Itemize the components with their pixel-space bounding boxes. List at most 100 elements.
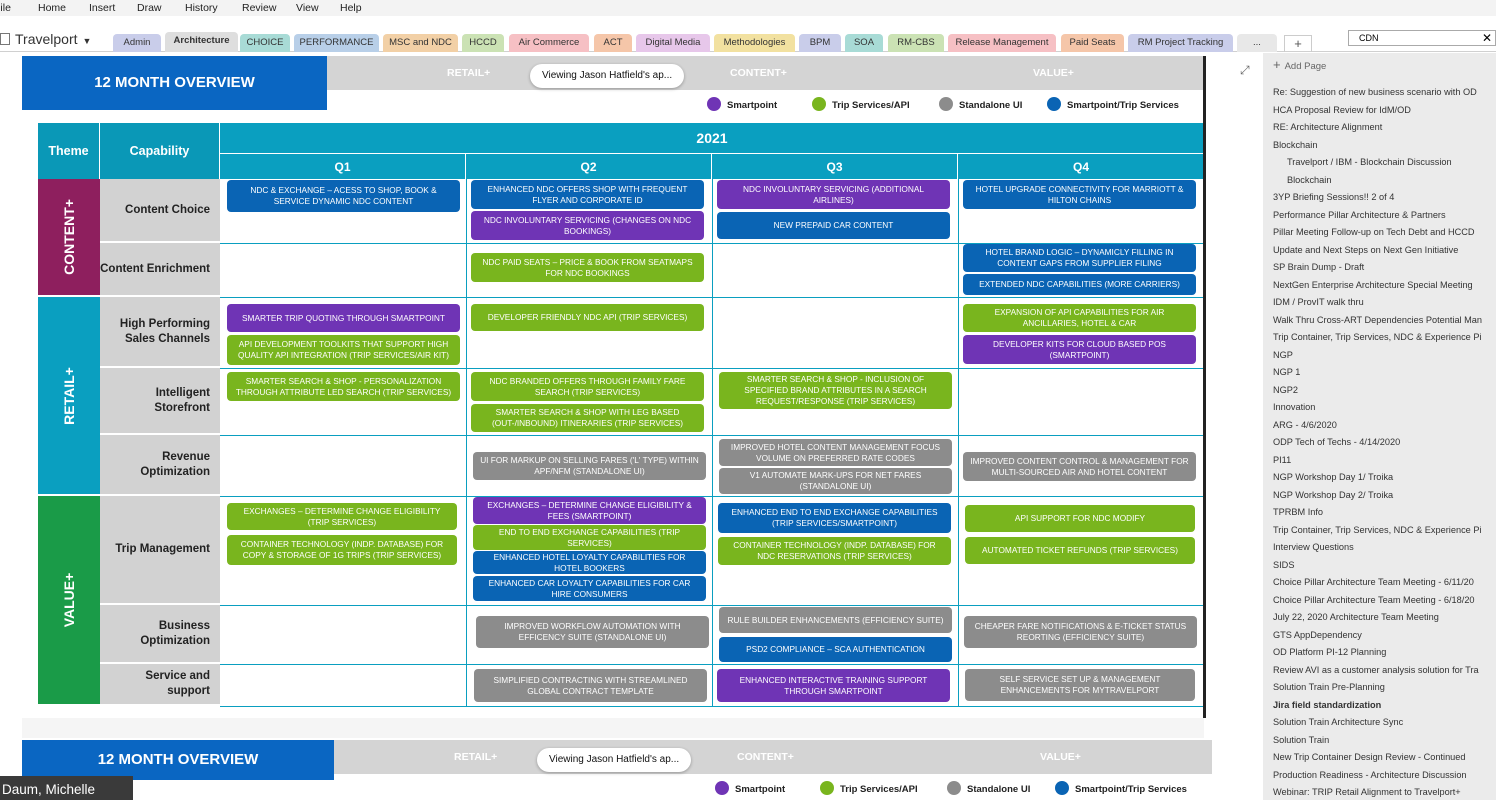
section-tab-paid-seats[interactable]: Paid Seats [1061, 34, 1124, 52]
page-list-item[interactable]: Update and Next Steps on Next Gen Initia… [1273, 245, 1495, 261]
page-list-item[interactable]: NGP2 [1273, 385, 1495, 401]
section-tab-admin[interactable]: Admin [113, 34, 161, 52]
roadmap-item: HOTEL BRAND LOGIC – DYNAMICLY FILLING IN… [963, 244, 1196, 272]
page-list-item[interactable]: Choice Pillar Architecture Team Meeting … [1273, 595, 1495, 611]
page-list-item[interactable]: GTS AppDependency [1273, 630, 1495, 646]
page-list-item[interactable]: NGP 1 [1273, 367, 1495, 383]
page-list-item[interactable]: Choice Pillar Architecture Team Meeting … [1273, 577, 1495, 593]
viewing-indicator-2[interactable]: Viewing Jason Hatfield's ap... [537, 748, 692, 772]
page-list-item[interactable]: Solution Train Architecture Sync [1273, 717, 1495, 733]
page-list-item[interactable]: NGP [1273, 350, 1495, 366]
section-tab-choice[interactable]: CHOICE [240, 34, 290, 52]
roadmap-item: NDC PAID SEATS – PRICE & BOOK FROM SEATM… [471, 253, 704, 282]
section-tab-hccd[interactable]: HCCD [462, 34, 504, 52]
page-list-item[interactable]: July 22, 2020 Architecture Team Meeting [1273, 612, 1495, 628]
menu-history[interactable]: History [185, 2, 218, 14]
add-page-button[interactable]: + Add Page [1273, 57, 1326, 72]
search-value: CDN [1359, 33, 1379, 43]
legend-item: Smartpoint [715, 781, 785, 795]
menu-draw[interactable]: Draw [137, 2, 162, 14]
menu-insert[interactable]: Insert [89, 2, 115, 14]
banner-label-value: VALUE+ [1033, 67, 1074, 79]
page-list-item[interactable]: NGP Workshop Day 2/ Troika [1273, 490, 1495, 506]
theme-header: Theme [38, 123, 100, 179]
legend-item: Trip Services/API [820, 781, 918, 795]
page-list-item[interactable]: Blockchain [1273, 140, 1495, 156]
section-tab-msc-and-ndc[interactable]: MSC and NDC [383, 34, 458, 52]
capability-text: Revenue Optimization [140, 450, 210, 478]
capability-label: Business Optimization [100, 605, 220, 664]
menu-view[interactable]: View [296, 2, 319, 14]
page-list-item[interactable]: Travelport / IBM - Blockchain Discussion [1287, 157, 1496, 173]
capability-label: Content Enrichment [100, 243, 220, 297]
page-list-item[interactable]: Production Readiness - Architecture Disc… [1273, 770, 1495, 786]
viewing-indicator[interactable]: Viewing Jason Hatfield's ap... [530, 64, 685, 88]
page-list-item[interactable]: NGP Workshop Day 1/ Troika [1273, 472, 1495, 488]
page-list-item[interactable]: Solution Train [1273, 735, 1495, 751]
page-list-item[interactable]: SIDS [1273, 560, 1495, 576]
page-list-item[interactable]: Walk Thru Cross-ART Dependencies Potenti… [1273, 315, 1495, 331]
legend-dot [812, 97, 826, 111]
section-tab-act[interactable]: ACT [594, 34, 632, 52]
quarter-header-q3: Q3 [712, 153, 958, 179]
page-list-item[interactable]: Review AVI as a customer analysis soluti… [1273, 665, 1495, 681]
menu-file[interactable]: File [0, 2, 11, 14]
page-list-item[interactable]: 3YP Briefing Sessions!! 2 of 4 [1273, 192, 1495, 208]
legend-item: Smartpoint/Trip Services [1055, 781, 1187, 795]
page-list-item[interactable]: NextGen Enterprise Architecture Special … [1273, 280, 1495, 296]
notebook-selector[interactable]: Travelport ▼ [0, 31, 91, 47]
theme-content-plus: CONTENT+ [38, 179, 100, 297]
search-input[interactable]: CDN ✕ [1348, 30, 1496, 46]
quarter-header-q4: Q4 [958, 153, 1204, 179]
page-list-item[interactable]: IDM / ProvIT walk thru [1273, 297, 1495, 313]
section-tab-digital-media[interactable]: Digital Media [636, 34, 710, 52]
section-tab-rm-project-tracking[interactable]: RM Project Tracking [1128, 34, 1233, 52]
page-list-item[interactable]: Webinar: TRIP Retail Alignment to Travel… [1273, 787, 1495, 803]
page-list-item[interactable]: Innovation [1273, 402, 1495, 418]
legend-dot [820, 781, 834, 795]
section-tab-methodologies[interactable]: Methodologies [714, 34, 795, 52]
page-list-item[interactable]: PI11 [1273, 455, 1495, 471]
section-tab-air-commerce[interactable]: Air Commerce [509, 34, 589, 52]
column-divider [712, 179, 713, 706]
menu-review[interactable]: Review [242, 2, 276, 14]
legend-item: Standalone UI [947, 781, 1030, 795]
theme-value-plus: VALUE+ [38, 496, 100, 706]
page-list-item[interactable]: Re: Suggestion of new business scenario … [1273, 87, 1495, 103]
page-list-item[interactable]: Performance Pillar Architecture & Partne… [1273, 210, 1495, 226]
page-list-item[interactable]: Trip Container, Trip Services, NDC & Exp… [1273, 332, 1495, 348]
page-list-item[interactable]: SP Brain Dump - Draft [1273, 262, 1495, 278]
page-list-item[interactable]: Pillar Meeting Follow-up on Tech Debt an… [1273, 227, 1495, 243]
expand-icon[interactable]: ⤢ [1240, 63, 1250, 78]
page-list-item[interactable]: TPRBM Info [1273, 507, 1495, 523]
page-list-item[interactable]: OD Platform PI-12 Planning [1273, 647, 1495, 663]
section-tab-rm-cbs[interactable]: RM-CBS [888, 34, 944, 52]
quarter-header-q2: Q2 [466, 153, 712, 179]
notebook-name: Travelport [15, 31, 78, 47]
page-list-item[interactable]: Trip Container, Trip Services, NDC & Exp… [1273, 525, 1495, 541]
page-list-item[interactable]: Interview Questions [1273, 542, 1495, 558]
menu-home[interactable]: Home [38, 2, 66, 14]
theme-label: VALUE+ [61, 572, 77, 628]
add-section-button[interactable]: + [1284, 35, 1312, 52]
section-tab-soa[interactable]: SOA [845, 34, 883, 52]
section-tab-performance[interactable]: PERFORMANCE [294, 34, 379, 52]
page-list-item[interactable]: RE: Architecture Alignment [1273, 122, 1495, 138]
page-list-item[interactable]: Blockchain [1287, 175, 1496, 191]
section-tab-bpm[interactable]: BPM [799, 34, 841, 52]
section-tab-more[interactable]: ... [1237, 34, 1277, 52]
roadmap-item: SMARTER TRIP QUOTING THROUGH SMARTPOINT [227, 304, 460, 332]
roadmap-item: ENHANCED CAR LOYALTY CAPABILITIES FOR CA… [473, 576, 706, 601]
section-tab-architecture[interactable]: Architecture [165, 32, 238, 52]
page-list-item[interactable]: ARG - 4/6/2020 [1273, 420, 1495, 436]
page-list-item[interactable]: New Trip Container Design Review - Conti… [1273, 752, 1495, 768]
page-list-item[interactable]: HCA Proposal Review for IdM/OD [1273, 105, 1495, 121]
section-tab-bar: Travelport ▼ Admin Architecture CHOICE PERFO… [0, 28, 1496, 52]
section-tab-release-management[interactable]: Release Management [948, 34, 1056, 52]
page-list-item[interactable]: Jira field standardization [1273, 700, 1495, 716]
page-list-item[interactable]: Solution Train Pre-Planning [1273, 682, 1495, 698]
menu-help[interactable]: Help [340, 2, 362, 14]
legend-label: Smartpoint [727, 100, 778, 111]
page-list-item[interactable]: ODP Tech of Techs - 4/14/2020 [1273, 437, 1495, 453]
close-icon[interactable]: ✕ [1482, 31, 1492, 45]
